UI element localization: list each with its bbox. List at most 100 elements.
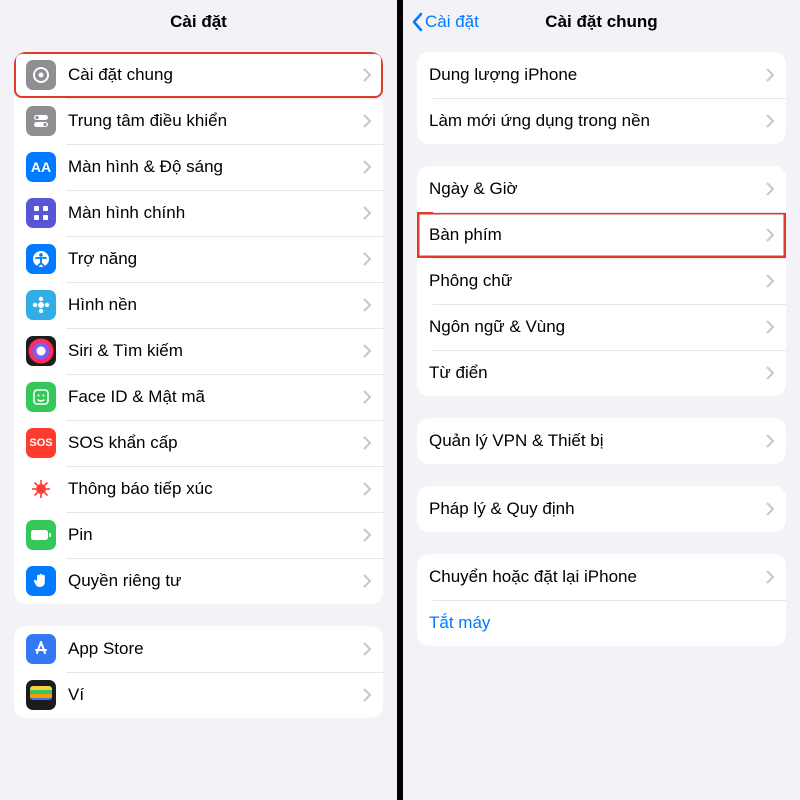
chevron-right-icon — [363, 688, 371, 702]
general-content[interactable]: Dung lượng iPhone Làm mới ứng dụng trong … — [403, 44, 800, 800]
nav-title: Cài đặt chung — [545, 12, 657, 32]
row-label: Phông chữ — [429, 271, 766, 291]
general-group-reset: Chuyển hoặc đặt lại iPhone Tắt máy — [417, 554, 786, 646]
priv-icon — [26, 566, 56, 596]
general-row-fonts[interactable]: Phông chữ — [417, 258, 786, 304]
chevron-right-icon — [363, 160, 371, 174]
settings-root-screen: Cài đặt Cài đặt chung Trung tâm điều khiể… — [0, 0, 400, 800]
chevron-right-icon — [363, 482, 371, 496]
general-row-bgrefresh[interactable]: Làm mới ứng dụng trong nền — [417, 98, 786, 144]
general-row-reset[interactable]: Chuyển hoặc đặt lại iPhone — [417, 554, 786, 600]
general-row-shutdown[interactable]: Tắt máy — [417, 600, 786, 646]
general-row-legal[interactable]: Pháp lý & Quy định — [417, 486, 786, 532]
settings-row-control[interactable]: Trung tâm điều khiển — [14, 98, 383, 144]
general-row-dict[interactable]: Từ điển — [417, 350, 786, 396]
row-label: Dung lượng iPhone — [429, 65, 766, 85]
general-group-vpn: Quản lý VPN & Thiết bị — [417, 418, 786, 464]
settings-row-face[interactable]: Face ID & Mật mã — [14, 374, 383, 420]
chevron-right-icon — [766, 274, 774, 288]
row-label: Cài đặt chung — [68, 65, 363, 85]
chevron-right-icon — [363, 390, 371, 404]
general-row-date[interactable]: Ngày & Giờ — [417, 166, 786, 212]
settings-row-wall[interactable]: Hình nền — [14, 282, 383, 328]
general-settings-screen: Cài đặt Cài đặt chung Dung lượng iPhone L… — [400, 0, 800, 800]
general-group-locale: Ngày & Giờ Bàn phím Phông chữ Ngôn ngữ & Vù… — [417, 166, 786, 396]
row-label: Màn hình & Độ sáng — [68, 157, 363, 177]
settings-row-batt[interactable]: Pin — [14, 512, 383, 558]
siri-icon — [26, 336, 56, 366]
row-label: Trợ năng — [68, 249, 363, 269]
appstore-icon — [26, 634, 56, 664]
row-label: SOS khẩn cấp — [68, 433, 363, 453]
chevron-right-icon — [766, 182, 774, 196]
row-label: Pin — [68, 525, 363, 545]
chevron-right-icon — [363, 298, 371, 312]
row-label: Chuyển hoặc đặt lại iPhone — [429, 567, 766, 587]
chevron-right-icon — [363, 436, 371, 450]
row-label: Quyền riêng tư — [68, 571, 363, 591]
control-icon — [26, 106, 56, 136]
nav-bar: Cài đặt — [0, 0, 397, 44]
chevron-right-icon — [363, 206, 371, 220]
chevron-right-icon — [363, 528, 371, 542]
batt-icon — [26, 520, 56, 550]
general-row-storage[interactable]: Dung lượng iPhone — [417, 52, 786, 98]
chevron-right-icon — [766, 320, 774, 334]
back-label: Cài đặt — [425, 12, 479, 32]
row-label: Từ điển — [429, 363, 766, 383]
settings-row-sos[interactable]: SOSSOS khẩn cấp — [14, 420, 383, 466]
row-label: Ngày & Giờ — [429, 179, 766, 199]
settings-row-wallet[interactable]: Ví — [14, 672, 383, 718]
row-label: Hình nền — [68, 295, 363, 315]
settings-row-appstore[interactable]: App Store — [14, 626, 383, 672]
chevron-right-icon — [363, 252, 371, 266]
chevron-right-icon — [766, 228, 774, 242]
row-label: Thông báo tiếp xúc — [68, 479, 363, 499]
covid-icon — [26, 474, 56, 504]
general-group-legal: Pháp lý & Quy định — [417, 486, 786, 532]
back-button[interactable]: Cài đặt — [411, 0, 479, 44]
general-icon — [26, 60, 56, 90]
face-icon — [26, 382, 56, 412]
chevron-left-icon — [411, 12, 423, 32]
row-label: Pháp lý & Quy định — [429, 499, 766, 519]
settings-row-home[interactable]: Màn hình chính — [14, 190, 383, 236]
nav-title: Cài đặt — [170, 12, 227, 32]
settings-row-access[interactable]: Trợ năng — [14, 236, 383, 282]
chevron-right-icon — [766, 434, 774, 448]
access-icon — [26, 244, 56, 274]
row-label: Ví — [68, 685, 363, 705]
settings-row-display[interactable]: AAMàn hình & Độ sáng — [14, 144, 383, 190]
row-label: Làm mới ứng dụng trong nền — [429, 111, 766, 131]
chevron-right-icon — [363, 574, 371, 588]
wallet-icon — [26, 680, 56, 710]
general-row-lang[interactable]: Ngôn ngữ & Vùng — [417, 304, 786, 350]
row-label: App Store — [68, 639, 363, 659]
row-label: Màn hình chính — [68, 203, 363, 223]
chevron-right-icon — [766, 570, 774, 584]
chevron-right-icon — [363, 642, 371, 656]
general-row-keyboard[interactable]: Bàn phím — [417, 212, 786, 258]
row-label: Tắt máy — [429, 613, 774, 633]
settings-row-priv[interactable]: Quyền riêng tư — [14, 558, 383, 604]
general-row-vpn[interactable]: Quản lý VPN & Thiết bị — [417, 418, 786, 464]
chevron-right-icon — [766, 68, 774, 82]
wall-icon — [26, 290, 56, 320]
settings-content[interactable]: Cài đặt chung Trung tâm điều khiển AAMàn h… — [0, 44, 397, 800]
settings-group-main: Cài đặt chung Trung tâm điều khiển AAMàn h… — [14, 52, 383, 604]
settings-row-covid[interactable]: Thông báo tiếp xúc — [14, 466, 383, 512]
settings-row-siri[interactable]: Siri & Tìm kiếm — [14, 328, 383, 374]
settings-row-general[interactable]: Cài đặt chung — [14, 52, 383, 98]
chevron-right-icon — [766, 114, 774, 128]
row-label: Siri & Tìm kiếm — [68, 341, 363, 361]
row-label: Trung tâm điều khiển — [68, 111, 363, 131]
row-label: Ngôn ngữ & Vùng — [429, 317, 766, 337]
row-label: Face ID & Mật mã — [68, 387, 363, 407]
nav-bar: Cài đặt Cài đặt chung — [403, 0, 800, 44]
general-group-storage: Dung lượng iPhone Làm mới ứng dụng trong … — [417, 52, 786, 144]
row-label: Bàn phím — [429, 225, 766, 245]
chevron-right-icon — [363, 344, 371, 358]
home-icon — [26, 198, 56, 228]
row-label: Quản lý VPN & Thiết bị — [429, 431, 766, 451]
chevron-right-icon — [363, 114, 371, 128]
